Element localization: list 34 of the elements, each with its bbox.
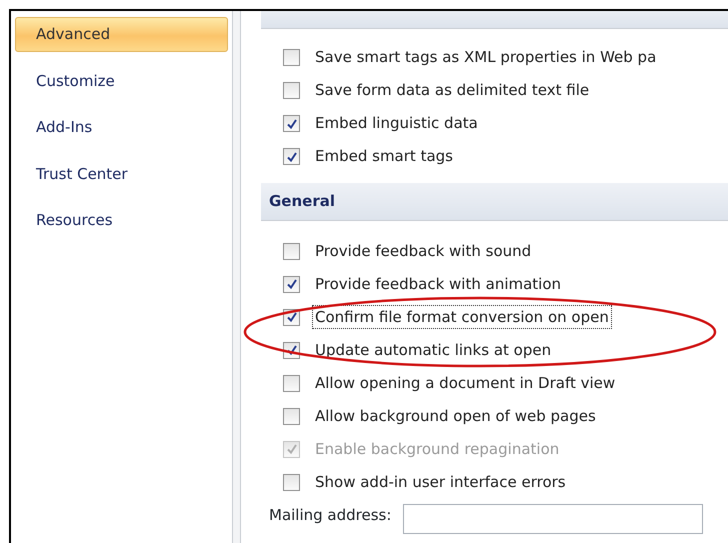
checkbox[interactable] <box>283 408 300 424</box>
checkbox[interactable] <box>283 49 300 66</box>
checkbox[interactable] <box>283 115 300 132</box>
checkbox-label[interactable]: Provide feedback with animation <box>312 272 564 296</box>
checkmark-icon <box>286 344 298 356</box>
field-label: Mailing address: <box>269 504 392 526</box>
sidebar-item[interactable]: Customize <box>15 64 228 98</box>
checkbox[interactable] <box>283 148 300 165</box>
checkbox[interactable] <box>283 242 300 260</box>
checkbox-label[interactable]: Embed linguistic data <box>312 111 481 136</box>
checkbox-label[interactable]: Provide feedback with sound <box>312 238 534 264</box>
checkmark-icon <box>286 278 298 290</box>
checkbox-label[interactable]: Show add-in user interface errors <box>312 470 569 494</box>
checkbox-label[interactable]: Save smart tags as XML properties in Web pa <box>312 45 660 70</box>
checkmark-icon <box>286 150 298 162</box>
checkbox-label[interactable]: Save form data as delimited text file <box>312 78 592 103</box>
sidebar-item[interactable]: Trust Center <box>15 156 228 191</box>
checkbox[interactable] <box>283 374 300 392</box>
checkbox[interactable] <box>283 276 300 292</box>
checkbox-label[interactable]: Confirm file format conversion on open <box>312 304 612 330</box>
checkbox-label[interactable]: Allow background open of web pages <box>312 404 599 428</box>
checkmark-icon <box>286 443 298 455</box>
input-field[interactable] <box>403 504 704 534</box>
checkbox-label[interactable]: Update automatic links at open <box>312 338 554 362</box>
sidebar-item[interactable]: Resources <box>15 203 228 238</box>
sidebar-item[interactable]: Add-Ins <box>15 110 228 144</box>
checkbox[interactable] <box>283 474 300 490</box>
checkbox-label[interactable]: Embed smart tags <box>312 144 456 169</box>
checkbox[interactable] <box>283 82 300 99</box>
sidebar-item[interactable]: Advanced <box>15 17 228 52</box>
checkmark-icon <box>286 118 298 130</box>
section-header: General <box>261 183 728 220</box>
checkbox-label[interactable]: Allow opening a document in Draft view <box>312 370 618 396</box>
checkmark-icon <box>286 311 298 323</box>
